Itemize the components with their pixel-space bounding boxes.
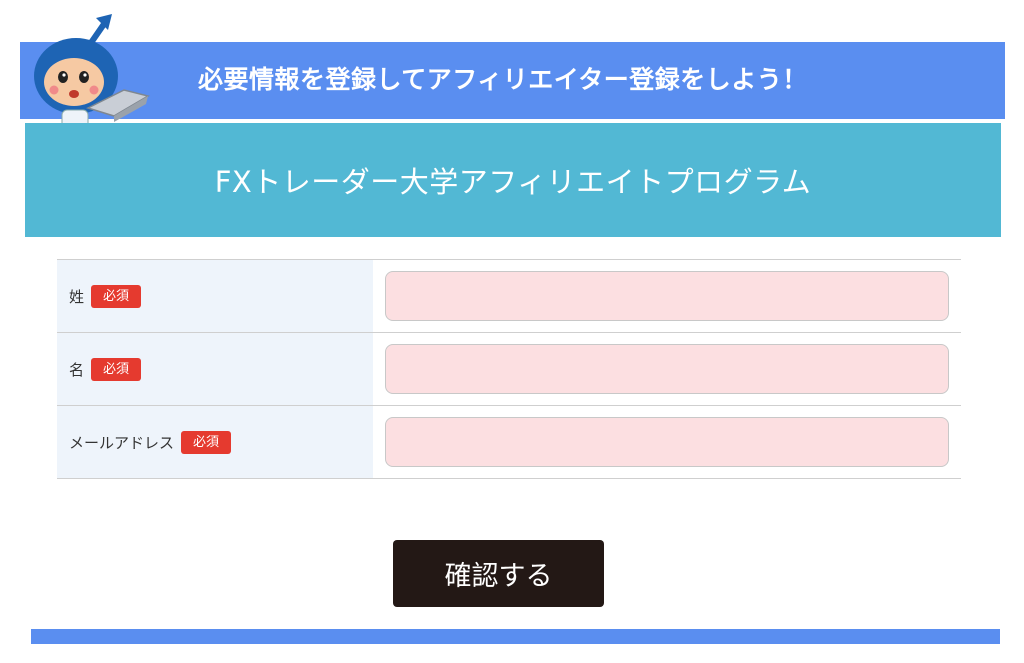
label-cell: メールアドレス 必須	[57, 406, 373, 478]
first-name-input[interactable]	[385, 344, 949, 394]
label-cell: 名 必須	[57, 333, 373, 405]
required-badge: 必須	[91, 284, 142, 308]
form-row-last-name: 姓 必須	[57, 260, 961, 333]
registration-form: 姓 必須 名 必須 メールアドレス 必須	[57, 259, 961, 479]
input-cell	[373, 406, 961, 478]
required-badge: 必須	[181, 430, 232, 454]
top-banner: 必要情報を登録してアフィリエイター登録をしよう！	[20, 42, 1005, 119]
confirm-button[interactable]: 確認する	[393, 540, 604, 607]
field-label-email: メールアドレス	[69, 433, 175, 452]
last-name-input[interactable]	[385, 271, 949, 321]
field-label-last-name: 姓	[69, 287, 85, 306]
input-cell	[373, 333, 961, 405]
program-title: FXトレーダー大学アフィリエイトプログラム	[214, 165, 812, 199]
email-input[interactable]	[385, 417, 949, 467]
program-title-bar: FXトレーダー大学アフィリエイトプログラム	[25, 123, 1001, 237]
required-badge: 必須	[91, 357, 142, 381]
input-cell	[373, 260, 961, 332]
banner-heading: 必要情報を登録してアフィリエイター登録をしよう！	[198, 65, 808, 94]
bottom-bar	[31, 629, 1000, 644]
label-cell: 姓 必須	[57, 260, 373, 332]
field-label-first-name: 名	[69, 360, 85, 379]
form-row-email: メールアドレス 必須	[57, 406, 961, 479]
form-row-first-name: 名 必須	[57, 333, 961, 406]
